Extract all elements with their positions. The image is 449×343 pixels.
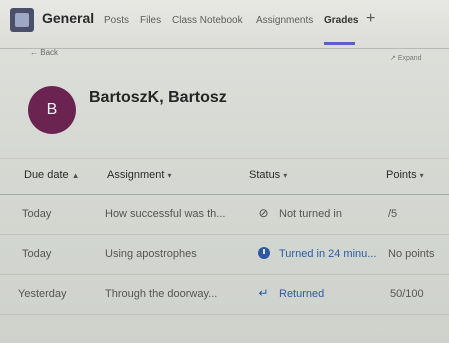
status-cell: Not turned in — [279, 208, 342, 220]
column-status[interactable]: Status ▾ — [249, 169, 287, 181]
table-row[interactable]: Today How successful was th... ⊘ Not tur… — [0, 194, 449, 235]
assignment-link[interactable]: Through the doorway... — [105, 288, 217, 300]
return-arrow-icon: ↵ — [258, 286, 269, 300]
column-label: Assignment — [107, 169, 165, 181]
channel-name: General — [42, 10, 95, 26]
grades-table-header: Due date ▲ Assignment ▾ Status ▾ Points ▾ — [0, 158, 449, 195]
points-cell[interactable]: 50/100 — [390, 288, 424, 300]
back-arrow-icon: ← — [30, 48, 38, 57]
table-row[interactable]: Yesterday Through the doorway... ↵ Retur… — [0, 274, 449, 315]
tab-grades[interactable]: Grades — [324, 15, 358, 26]
back-button[interactable]: ← Back — [30, 48, 58, 57]
active-tab-indicator — [324, 42, 355, 45]
status-cell: Turned in 24 minu... — [279, 248, 377, 260]
tab-posts[interactable]: Posts — [104, 15, 129, 26]
column-label: Points — [386, 169, 417, 181]
expand-label: Expand — [397, 55, 422, 62]
column-points[interactable]: Points ▾ — [386, 169, 424, 181]
add-tab-button[interactable]: + — [366, 10, 375, 28]
assignment-link[interactable]: Using apostrophes — [105, 248, 197, 260]
due-date-cell: Today — [22, 208, 52, 220]
points-cell[interactable]: No points — [388, 248, 434, 260]
clock-icon — [258, 247, 270, 259]
column-label: Due date — [24, 169, 69, 181]
student-name: BartoszK, Bartosz — [89, 89, 227, 106]
due-date-cell: Today — [22, 248, 52, 260]
column-assignment[interactable]: Assignment ▾ — [107, 169, 172, 181]
expand-icon: ↗ — [390, 55, 396, 62]
back-label: Back — [40, 48, 59, 57]
table-row[interactable]: Today Using apostrophes Turned in 24 min… — [0, 234, 449, 275]
points-cell[interactable]: /5 — [388, 208, 397, 220]
column-label: Status — [249, 169, 281, 181]
tab-class-notebook[interactable]: Class Notebook — [172, 15, 243, 26]
status-cell: Returned — [279, 288, 325, 300]
tab-files[interactable]: Files — [140, 15, 161, 26]
expand-button[interactable]: ↗ Expand — [390, 54, 422, 62]
tab-assignments[interactable]: Assignments — [256, 15, 313, 26]
chevron-down-icon: ▾ — [167, 171, 172, 180]
due-date-cell: Yesterday — [18, 288, 67, 300]
column-due-date[interactable]: Due date ▲ — [24, 169, 80, 181]
sort-ascending-icon: ▲ — [71, 171, 80, 180]
avatar: B — [28, 86, 76, 134]
chevron-down-icon: ▾ — [283, 171, 288, 180]
chevron-down-icon: ▾ — [419, 171, 424, 180]
channel-tab-bar: General Posts Files Class Notebook Assig… — [0, 0, 449, 49]
grades-screen: General Posts Files Class Notebook Assig… — [0, 0, 449, 343]
team-icon[interactable] — [10, 8, 34, 32]
assignment-link[interactable]: How successful was th... — [105, 208, 225, 220]
not-turned-in-icon: ⊘ — [258, 206, 269, 220]
